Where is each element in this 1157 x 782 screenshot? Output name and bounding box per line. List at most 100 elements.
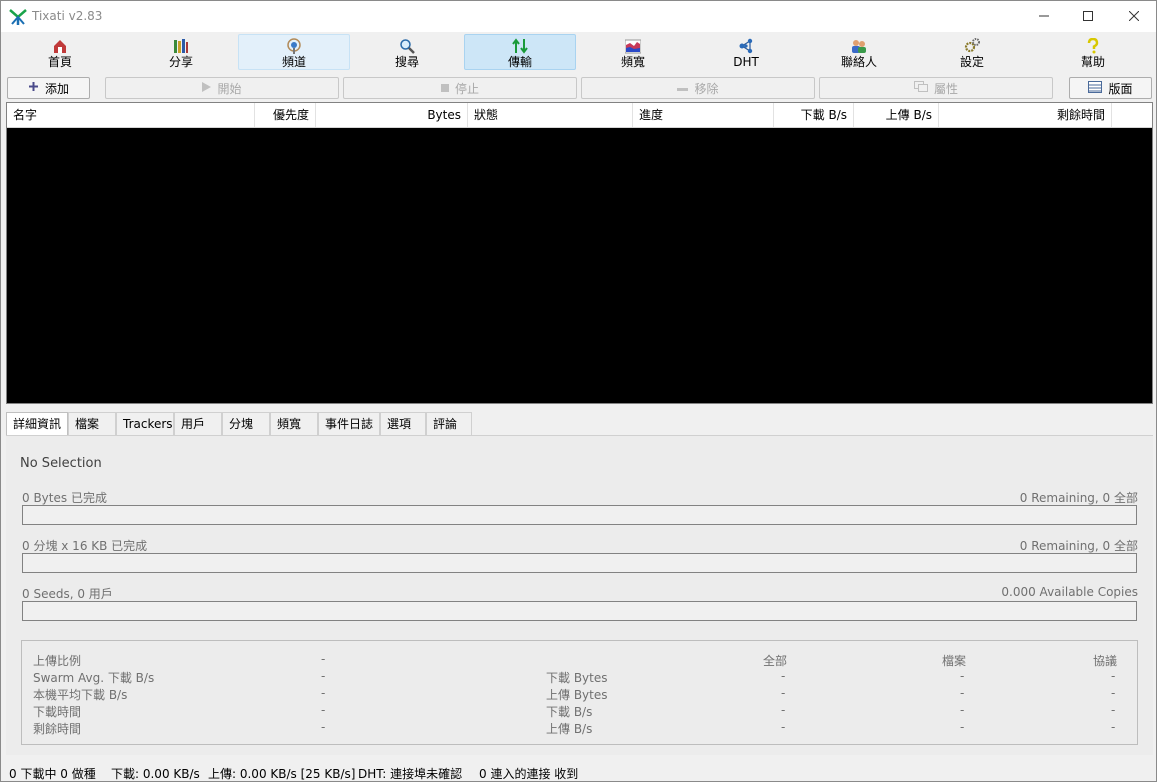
app-window: Tixati v2.83 首頁 分享 頻道 搜尋 傳輸 頻寬 DHT 聯絡人 設…: [0, 0, 1157, 782]
table-header: 名字 優先度 Bytes 狀態 進度 下載 B/s 上傳 B/s 剩餘時間: [7, 103, 1152, 128]
stat-value: -: [960, 686, 965, 700]
column-name[interactable]: 名字: [7, 103, 255, 127]
stat-label: 上傳 B/s: [546, 722, 593, 736]
status-incoming: 0 連入的連接 收到: [479, 767, 579, 781]
tab-trackers[interactable]: Trackers: [116, 412, 174, 436]
minus-icon: [677, 81, 689, 95]
toolbar-help-label: 幫助: [1080, 55, 1105, 69]
toolbar-contacts[interactable]: 聯絡人: [803, 34, 915, 70]
pieces-progress-bar: [22, 553, 1137, 573]
properties-button-label: 屬性: [933, 81, 958, 96]
status-upload: 上傳: 0.00 KB/s [25 KB/s]: [208, 767, 356, 781]
broadcast-icon: [285, 37, 303, 55]
column-priority[interactable]: 優先度: [255, 103, 316, 127]
minimize-button[interactable]: [1021, 1, 1067, 31]
stat-value: -: [781, 703, 786, 717]
status-dht: DHT: 連接埠未確認: [358, 767, 463, 781]
properties-button[interactable]: 屬性: [819, 77, 1053, 99]
add-button[interactable]: 添加: [7, 77, 90, 99]
layout-button-label: 版面: [1108, 81, 1133, 96]
status-bar: 0 下載中 0 做種 下載: 0.00 KB/s 上傳: 0.00 KB/s […: [1, 761, 1156, 782]
pieces-remaining-label: 0 Remaining, 0 全部: [1019, 539, 1138, 553]
add-button-label: 添加: [44, 81, 69, 96]
stat-label: 下載時間: [33, 705, 82, 719]
tab-details[interactable]: 詳細資訊: [6, 412, 68, 436]
stat-label: 上傳比例: [33, 654, 82, 668]
main-toolbar: 首頁 分享 頻道 搜尋 傳輸 頻寬 DHT 聯絡人 設定 幫助: [1, 32, 1156, 72]
stat-value: -: [1111, 720, 1116, 734]
column-bytes[interactable]: Bytes: [316, 103, 468, 127]
tab-peers[interactable]: 用戶: [174, 412, 222, 436]
toolbar-dht-label: DHT: [733, 55, 759, 69]
action-bar: 添加 開始 停止 移除 屬性 版面: [1, 77, 1156, 99]
start-button[interactable]: 開始: [105, 77, 339, 99]
stop-button[interactable]: 停止: [343, 77, 577, 99]
stat-value: -: [321, 686, 326, 700]
stop-button-label: 停止: [454, 81, 479, 96]
stats-box: 上傳比例 Swarm Avg. 下載 B/s 本機平均下載 B/s 下載時間 剩…: [21, 640, 1138, 745]
pieces-done-label: 0 分塊 x 16 KB 已完成: [22, 539, 148, 553]
toolbar-share[interactable]: 分享: [125, 34, 237, 70]
transfers-table[interactable]: 名字 優先度 Bytes 狀態 進度 下載 B/s 上傳 B/s 剩餘時間: [6, 102, 1153, 404]
column-progress[interactable]: 進度: [633, 103, 774, 127]
books-icon: [172, 37, 190, 55]
bytes-done-label: 0 Bytes 已完成: [22, 491, 107, 505]
toolbar-contacts-label: 聯絡人: [840, 55, 877, 69]
toolbar-share-label: 分享: [168, 55, 193, 69]
header-files: 檔案: [942, 654, 967, 668]
properties-icon: [913, 81, 928, 95]
tab-files[interactable]: 檔案: [68, 412, 116, 436]
toolbar-transfers[interactable]: 傳輸: [464, 34, 576, 70]
toolbar-home[interactable]: 首頁: [4, 34, 116, 70]
stat-label: 上傳 Bytes: [546, 688, 608, 702]
stat-value: -: [1111, 703, 1116, 717]
column-status[interactable]: 狀態: [468, 103, 633, 127]
stat-value: -: [960, 720, 965, 734]
bandwidth-graph-icon: [624, 37, 642, 55]
plus-icon: [28, 81, 39, 95]
toolbar-home-label: 首頁: [47, 55, 72, 69]
toolbar-bandwidth[interactable]: 頻寬: [577, 34, 689, 70]
stat-label: 剩餘時間: [33, 722, 82, 736]
no-selection-text: No Selection: [20, 456, 102, 471]
play-icon: [202, 81, 212, 95]
title-bar: Tixati v2.83: [1, 1, 1156, 32]
stat-value: -: [960, 703, 965, 717]
status-download: 下載: 0.00 KB/s: [111, 767, 200, 781]
stat-label: 下載 Bytes: [546, 671, 608, 685]
layout-button[interactable]: 版面: [1069, 77, 1152, 99]
stat-value: -: [960, 669, 965, 683]
stat-label: Swarm Avg. 下載 B/s: [33, 671, 155, 685]
toolbar-search[interactable]: 搜尋: [351, 34, 463, 70]
header-all: 全部: [763, 654, 788, 668]
toolbar-help[interactable]: 幫助: [1037, 34, 1149, 70]
column-upload-rate[interactable]: 上傳 B/s: [854, 103, 939, 127]
toolbar-channels-label: 頻道: [281, 55, 306, 69]
column-time-remaining[interactable]: 剩餘時間: [939, 103, 1112, 127]
close-button[interactable]: [1111, 1, 1157, 31]
seeds-users-label: 0 Seeds, 0 用戶: [22, 587, 113, 601]
toolbar-bandwidth-label: 頻寬: [620, 55, 645, 69]
layout-icon: [1088, 80, 1103, 96]
toolbar-channels[interactable]: 頻道: [238, 34, 350, 70]
tab-pieces[interactable]: 分塊: [222, 412, 270, 436]
toolbar-settings-label: 設定: [959, 55, 984, 69]
stat-label: 下載 B/s: [546, 705, 593, 719]
available-copies-label: 0.000 Available Copies: [1001, 585, 1138, 599]
remove-button[interactable]: 移除: [581, 77, 815, 99]
gears-icon: [963, 37, 981, 55]
tab-options[interactable]: 選項: [380, 412, 426, 436]
tixati-logo-icon: [9, 8, 27, 26]
start-button-label: 開始: [217, 81, 242, 96]
tab-event-log[interactable]: 事件日誌: [318, 412, 380, 436]
tab-comments[interactable]: 評論: [426, 412, 472, 436]
tab-bandwidth[interactable]: 頻寬: [270, 412, 318, 436]
toolbar-dht[interactable]: DHT: [690, 34, 802, 70]
people-icon: [850, 37, 868, 55]
toolbar-settings[interactable]: 設定: [916, 34, 1028, 70]
column-download-rate[interactable]: 下載 B/s: [774, 103, 854, 127]
stat-value: -: [781, 720, 786, 734]
network-nodes-icon: [737, 37, 755, 55]
magnifier-icon: [398, 37, 416, 55]
maximize-button[interactable]: [1065, 1, 1111, 31]
